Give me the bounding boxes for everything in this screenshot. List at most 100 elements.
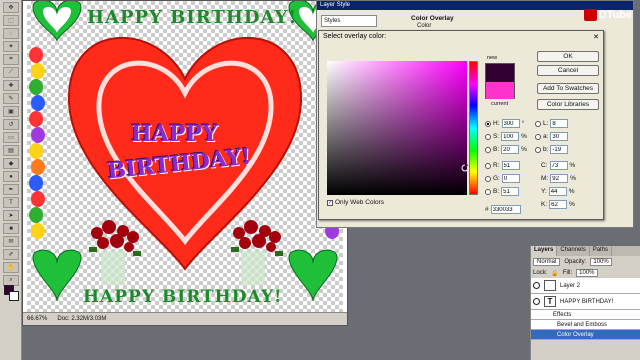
ok-button[interactable]: OK: [537, 51, 599, 62]
hue-slider[interactable]: [469, 61, 478, 195]
move-tool-icon[interactable]: ✥: [3, 2, 19, 13]
type-tool-icon[interactable]: T: [3, 197, 19, 208]
tools-palette: ✥ ⬚ ◌ ✦ ⌗ ⟋ ✚ ✎ ▣ ↺ ▭ ▤ ◆ ● ✒ T ➤ ■ ✉ ✐ …: [0, 0, 22, 360]
r-radio[interactable]: [485, 162, 491, 169]
type-layer-icon: T: [544, 296, 556, 307]
balloon: [31, 63, 45, 79]
lasso-tool-icon[interactable]: ◌: [3, 28, 19, 39]
layer-thumbnail: [544, 280, 556, 291]
g-radio[interactable]: [485, 175, 491, 182]
slice-tool-icon[interactable]: ⟋: [3, 67, 19, 78]
document-window: HAPPY BIRTHDAY! HAPPY BIRTHDAY! HAPPY BI…: [22, 0, 348, 326]
layers-panel: Layers Channels Paths Normal Opacity: 10…: [530, 246, 640, 360]
lock-label: Lock:: [533, 270, 548, 276]
tab-layers[interactable]: Layers: [531, 246, 558, 256]
h-input[interactable]: [501, 119, 520, 128]
balloon: [29, 175, 43, 191]
blur-tool-icon[interactable]: ◆: [3, 158, 19, 169]
bottom-greeting: HAPPY BIRTHDAY!: [83, 287, 283, 307]
lock-icon[interactable]: 🔒: [551, 270, 558, 277]
canvas[interactable]: HAPPY BIRTHDAY! HAPPY BIRTHDAY! HAPPY BI…: [27, 1, 343, 312]
status-bar: 66.67% Doc: 2.32M/3.03M: [23, 312, 347, 325]
lab-b-input[interactable]: [550, 145, 569, 154]
history-brush-icon[interactable]: ↺: [3, 119, 19, 130]
blend-mode-select[interactable]: Normal: [533, 258, 561, 266]
blue-radio[interactable]: [485, 188, 491, 195]
l-radio[interactable]: [535, 120, 541, 127]
s-input[interactable]: [501, 132, 520, 141]
y-input[interactable]: [548, 187, 567, 196]
b-radio[interactable]: [485, 146, 491, 153]
layer-row[interactable]: T HAPPY BIRTHDAY!: [531, 294, 640, 310]
pen-tool-icon[interactable]: ✒: [3, 184, 19, 195]
close-icon[interactable]: ✕: [593, 33, 599, 41]
picker-title: Select overlay color:: [323, 33, 387, 40]
path-select-icon[interactable]: ➤: [3, 210, 19, 221]
corner-heart-bottom-right: [288, 249, 338, 302]
h-radio[interactable]: [485, 120, 491, 127]
tab-channels[interactable]: Channels: [557, 246, 590, 256]
k-input[interactable]: [549, 200, 568, 209]
b-input[interactable]: [501, 145, 520, 154]
stamp-tool-icon[interactable]: ▣: [3, 106, 19, 117]
layer-row[interactable]: Layer 2: [531, 278, 640, 294]
fill-input[interactable]: 100%: [576, 269, 598, 277]
shape-tool-icon[interactable]: ■: [3, 223, 19, 234]
fill-label: Fill:: [562, 270, 573, 276]
crop-tool-icon[interactable]: ⌗: [3, 54, 19, 65]
corner-heart-bottom-left: [32, 249, 82, 302]
color-field[interactable]: [327, 61, 467, 195]
l-field: L:: [535, 119, 569, 128]
add-to-swatches-button[interactable]: Add To Swatches: [537, 83, 599, 94]
a-input[interactable]: [550, 132, 569, 141]
color-picker-dialog: Select overlay color: ✕ ▸ new current OK…: [318, 30, 604, 220]
a-field: a:: [535, 132, 569, 141]
opacity-input[interactable]: 100%: [590, 258, 612, 266]
wand-tool-icon[interactable]: ✦: [3, 41, 19, 52]
current-label: current: [491, 101, 509, 107]
balloon: [29, 143, 43, 159]
blue-input[interactable]: [501, 187, 520, 196]
zoom-level[interactable]: 66.67%: [27, 316, 47, 322]
hex-field: #: [485, 205, 521, 214]
checkbox-icon[interactable]: ✓: [327, 199, 333, 206]
only-web-colors-option[interactable]: ✓ Only Web Colors: [327, 199, 384, 206]
only-web-colors-label: Only Web Colors: [335, 199, 385, 206]
balloon: [31, 159, 45, 175]
a-radio[interactable]: [535, 133, 541, 140]
brush-tool-icon[interactable]: ✎: [3, 93, 19, 104]
color-libraries-button[interactable]: Color Libraries: [537, 99, 599, 110]
doc-info[interactable]: Doc: 2.32M/3.03M: [57, 316, 106, 322]
eye-icon[interactable]: [533, 282, 540, 289]
s-radio[interactable]: [485, 133, 491, 140]
background-color-swatch[interactable]: [9, 291, 19, 301]
marquee-tool-icon[interactable]: ⬚: [3, 15, 19, 26]
bevel-emboss-row[interactable]: Bevel and Emboss: [531, 320, 640, 330]
tab-paths[interactable]: Paths: [590, 246, 613, 256]
balloon: [31, 223, 45, 239]
cancel-button[interactable]: Cancel: [537, 65, 599, 76]
opacity-label: Opacity:: [564, 259, 587, 265]
notes-tool-icon[interactable]: ✉: [3, 236, 19, 247]
effects-row[interactable]: Effects: [531, 310, 640, 320]
hex-input[interactable]: [490, 205, 521, 214]
gradient-tool-icon[interactable]: ▤: [3, 145, 19, 156]
l-input[interactable]: [550, 119, 569, 128]
color-overlay-row[interactable]: Color Overlay: [531, 330, 640, 340]
color-sub-heading: Color: [417, 23, 432, 29]
r-input[interactable]: [501, 161, 520, 170]
healing-tool-icon[interactable]: ✚: [3, 80, 19, 91]
dodge-tool-icon[interactable]: ●: [3, 171, 19, 182]
dtube-logo: DTube: [583, 9, 632, 21]
g-input[interactable]: [501, 174, 520, 183]
eraser-tool-icon[interactable]: ▭: [3, 132, 19, 143]
eyedropper-tool-icon[interactable]: ✐: [3, 249, 19, 260]
eye-icon[interactable]: [533, 298, 540, 305]
k-field: K:%: [541, 200, 575, 209]
c-input[interactable]: [549, 161, 568, 170]
m-input[interactable]: [550, 174, 569, 183]
lab-b-radio[interactable]: [535, 146, 541, 153]
styles-item[interactable]: Styles: [321, 15, 377, 27]
hand-tool-icon[interactable]: ✋: [3, 262, 19, 273]
current-color-swatch[interactable]: [486, 82, 514, 99]
